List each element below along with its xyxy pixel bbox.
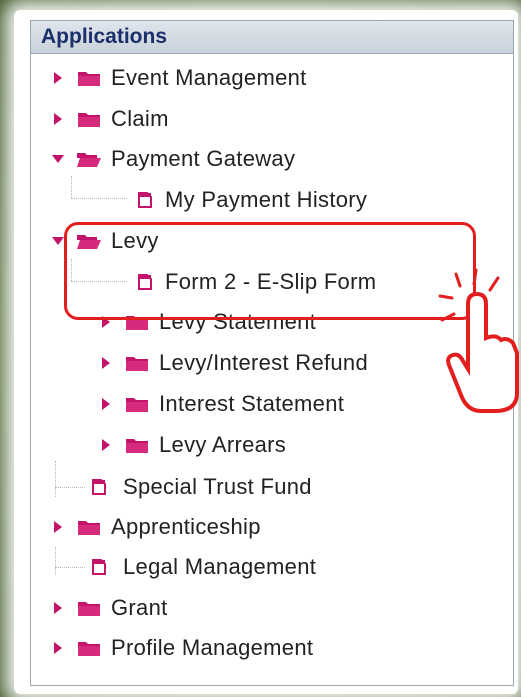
tree-item-my-payment-history[interactable]: My Payment History [135,183,367,217]
caret-right-icon[interactable] [51,597,65,619]
caret-right-icon[interactable] [99,434,113,456]
tree-item-label: Interest Statement [159,391,345,416]
page-icon [135,188,155,212]
caret-right-icon[interactable] [99,393,113,415]
folder-icon [73,66,105,90]
tree-item-label: Grant [111,595,168,620]
page-icon [89,555,109,579]
panel-title: Applications [41,25,168,48]
tree-item-event-management[interactable]: Event Management [51,61,307,95]
tree-guide [71,198,127,199]
tree-item-special-trust-fund[interactable]: Special Trust Fund [89,470,312,504]
tree-item-label: Levy Arrears [159,432,287,457]
tree-item-profile-management[interactable]: Profile Management [51,631,313,665]
tree-guide [55,461,56,497]
tree-item-label: Apprenticeship [111,514,261,539]
caret-right-icon[interactable] [51,67,65,89]
tree-item-apprenticeship[interactable]: Apprenticeship [51,510,261,544]
highlight-box [64,222,476,320]
folder-icon [121,351,153,375]
tree-item-claim[interactable]: Claim [51,102,169,136]
tree-item-label: Legal Management [123,554,317,579]
tree-item-legal-management[interactable]: Legal Management [89,550,316,584]
panel-header: Applications [31,21,513,54]
tree-item-label: Event Management [111,65,307,90]
folder-icon [121,433,153,457]
tree-item-label: My Payment History [165,187,368,212]
tree-item-payment-gateway[interactable]: Payment Gateway [51,142,295,176]
tree-item-label: Claim [111,106,169,131]
tree-guide [55,547,56,575]
tree-guide [71,176,72,198]
folder-icon [73,596,105,620]
caret-down-icon[interactable] [51,148,65,170]
caret-right-icon[interactable] [51,108,65,130]
caret-down-icon[interactable] [51,230,65,252]
page-icon [89,475,109,499]
tree-item-label: Profile Management [111,635,314,660]
tree-item-label: Payment Gateway [111,146,296,171]
hand-pointer-icon [438,268,520,433]
caret-right-icon[interactable] [99,352,113,374]
tree-item-grant[interactable]: Grant [51,591,168,625]
tree-item-levy-arrears[interactable]: Levy Arrears [99,428,286,462]
tree-item-levy-interest-refund[interactable]: Levy/Interest Refund [99,346,368,380]
tree-guide [55,487,85,488]
folder-icon [121,392,153,416]
caret-right-icon[interactable] [51,637,65,659]
folder-open-icon [73,147,105,171]
tree-guide [55,567,85,568]
tree-item-label: Special Trust Fund [123,474,312,499]
caret-right-icon[interactable] [51,516,65,538]
folder-icon [73,636,105,660]
folder-icon [73,515,105,539]
folder-icon [73,107,105,131]
tree-item-interest-statement[interactable]: Interest Statement [99,387,344,421]
tree-item-label: Levy/Interest Refund [159,350,369,375]
